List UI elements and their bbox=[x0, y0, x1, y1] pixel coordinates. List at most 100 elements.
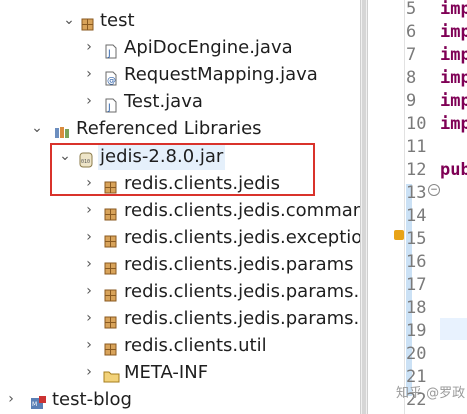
line-number: 20 bbox=[368, 343, 428, 366]
code-line: pub bbox=[440, 160, 467, 180]
tree-item-package[interactable]: › redis.clients.jedis.params bbox=[0, 251, 360, 278]
line-number-text: 15 bbox=[406, 229, 427, 249]
svg-text:M: M bbox=[32, 401, 37, 408]
tree-item-label: redis.clients.jedis.command bbox=[124, 200, 360, 221]
line-number: 12 bbox=[368, 159, 428, 182]
code-line: imp bbox=[440, 45, 467, 65]
highlight-box bbox=[50, 143, 315, 196]
chevron-down-icon[interactable]: ⌄ bbox=[30, 115, 44, 142]
line-number-text: 10 bbox=[406, 114, 427, 134]
line-number-text: 13 bbox=[406, 183, 427, 203]
tree-item-package[interactable]: › redis.clients.util bbox=[0, 332, 360, 359]
chevron-right-icon[interactable]: › bbox=[82, 359, 96, 386]
tree-item-label: RequestMapping.java bbox=[124, 64, 318, 85]
code-line: imp bbox=[440, 0, 467, 19]
package-icon bbox=[80, 13, 95, 31]
svg-text:@: @ bbox=[107, 76, 116, 86]
tree-item-meta-inf[interactable]: › META-INF bbox=[0, 359, 360, 386]
tree-item-package[interactable]: › redis.clients.jedis.params.sc bbox=[0, 305, 360, 332]
line-number-text: 11 bbox=[406, 137, 427, 157]
line-number: 8 bbox=[368, 67, 428, 90]
folder-icon bbox=[103, 365, 120, 383]
code-line: imp bbox=[440, 68, 467, 88]
tree-item-test-java[interactable]: › J Test.java bbox=[0, 88, 360, 115]
line-number: 13 bbox=[368, 182, 428, 205]
code-line: imp bbox=[440, 114, 467, 134]
line-number: 17 bbox=[368, 274, 428, 297]
line-number: 9 bbox=[368, 90, 428, 113]
chevron-right-icon[interactable]: › bbox=[82, 61, 96, 88]
package-icon bbox=[103, 311, 118, 329]
tree-item-label: redis.clients.jedis.params.sc bbox=[124, 308, 360, 329]
line-number-text: 14 bbox=[406, 206, 427, 226]
line-number: 16 bbox=[368, 251, 428, 274]
tree-item-label: test bbox=[100, 10, 135, 31]
line-number-text: 16 bbox=[406, 252, 427, 272]
project-icon: M bbox=[30, 392, 46, 409]
line-number: 11 bbox=[368, 136, 428, 159]
line-number-text: 9 bbox=[406, 91, 417, 111]
package-icon bbox=[103, 284, 118, 302]
java-file-icon: J bbox=[103, 40, 118, 59]
tree-scrollbar[interactable] bbox=[362, 0, 366, 414]
line-number: 14 bbox=[368, 205, 428, 228]
line-number: 18 bbox=[368, 297, 428, 320]
tree-item-label: redis.clients.jedis.params.ge bbox=[124, 281, 360, 302]
line-number: 19 bbox=[368, 320, 428, 343]
chevron-right-icon[interactable]: › bbox=[82, 197, 96, 224]
chevron-right-icon[interactable]: › bbox=[4, 386, 18, 413]
tree-item-label: redis.clients.jedis.exception bbox=[124, 227, 360, 248]
line-number: 5 bbox=[368, 0, 428, 21]
tree-item-package[interactable]: › redis.clients.jedis.params.ge bbox=[0, 278, 360, 305]
watermark: 知乎 @罗政 bbox=[396, 386, 466, 401]
line-number-text: 17 bbox=[406, 275, 427, 295]
tree-item-label: Test.java bbox=[124, 91, 203, 112]
java-annotation-file-icon: @ bbox=[103, 67, 118, 86]
tree-item-label: test-blog bbox=[52, 389, 132, 410]
tree-item-requestmapping[interactable]: › @ RequestMapping.java bbox=[0, 61, 360, 88]
line-number-text: 6 bbox=[406, 22, 417, 42]
line-number-text: 12 bbox=[406, 160, 427, 180]
tree-item-label: META-INF bbox=[124, 362, 209, 383]
chevron-right-icon[interactable]: › bbox=[82, 34, 96, 61]
line-number-text: 18 bbox=[406, 298, 427, 318]
svg-text:J: J bbox=[107, 103, 111, 113]
tree-item-test-blog[interactable]: › M test-blog bbox=[0, 386, 360, 413]
svg-text:J: J bbox=[107, 49, 111, 59]
package-icon bbox=[103, 203, 118, 221]
line-number-text: 20 bbox=[406, 344, 427, 364]
chevron-down-icon[interactable]: ⌄ bbox=[62, 7, 76, 34]
tree-item-package[interactable]: › redis.clients.jedis.exception bbox=[0, 224, 360, 251]
library-icon bbox=[54, 121, 69, 138]
chevron-right-icon[interactable]: › bbox=[82, 332, 96, 359]
tree-item-label: Referenced Libraries bbox=[76, 118, 262, 139]
chevron-right-icon[interactable]: › bbox=[82, 224, 96, 251]
chevron-right-icon[interactable]: › bbox=[82, 278, 96, 305]
line-number-text: 8 bbox=[406, 68, 417, 88]
chevron-right-icon[interactable]: › bbox=[82, 251, 96, 278]
package-icon bbox=[103, 338, 118, 356]
line-number: 6 bbox=[368, 21, 428, 44]
java-file-icon: J bbox=[103, 94, 118, 113]
package-icon bbox=[103, 230, 118, 248]
current-line-highlight bbox=[440, 318, 467, 340]
code-line: imp bbox=[440, 91, 467, 111]
tree-item-referenced-libraries[interactable]: ⌄ Referenced Libraries bbox=[0, 115, 360, 142]
line-number: 10 bbox=[368, 113, 428, 136]
code-line: imp bbox=[440, 22, 467, 42]
package-explorer: ⌄ test › J ApiDocEngine.java › @ Request… bbox=[0, 0, 360, 414]
tree-item-label: ApiDocEngine.java bbox=[124, 37, 293, 58]
line-number-text: 5 bbox=[406, 0, 417, 19]
code-editor[interactable]: − 5 imp 6 imp 7 imp 8 imp 9 imp 10 imp 1… bbox=[368, 0, 467, 414]
tree-item-apidocengine[interactable]: › J ApiDocEngine.java bbox=[0, 34, 360, 61]
fold-collapse-icon[interactable]: − bbox=[428, 184, 440, 196]
line-number: 7 bbox=[368, 44, 428, 67]
chevron-right-icon[interactable]: › bbox=[82, 88, 96, 115]
tree-item-label: redis.clients.util bbox=[124, 335, 267, 356]
tree-item-package[interactable]: › redis.clients.jedis.command bbox=[0, 197, 360, 224]
line-number: 15 bbox=[368, 228, 428, 251]
line-number-text: 19 bbox=[406, 321, 427, 341]
tree-item-test-package[interactable]: ⌄ test bbox=[0, 7, 360, 34]
chevron-right-icon[interactable]: › bbox=[82, 305, 96, 332]
line-number-text: 7 bbox=[406, 45, 417, 65]
